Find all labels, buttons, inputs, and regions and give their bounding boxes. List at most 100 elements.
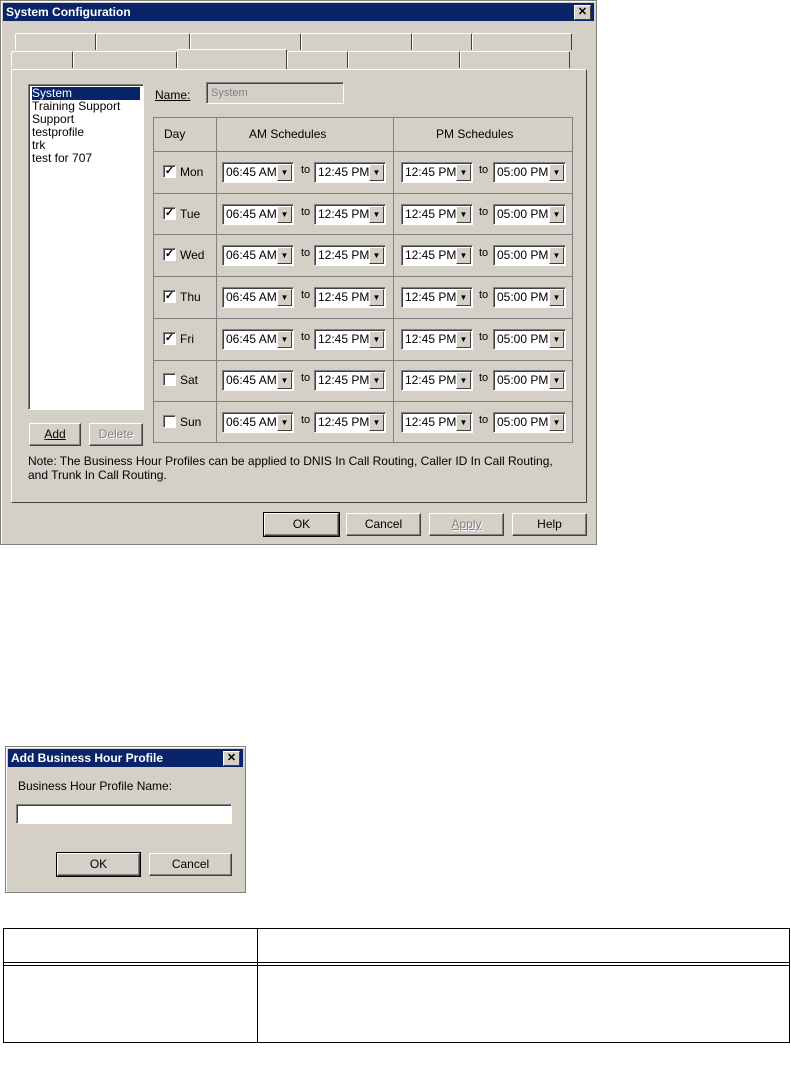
chevron-down-icon[interactable]: ▼: [456, 247, 471, 264]
day-checkbox-fri[interactable]: ✓: [163, 332, 176, 345]
table-header-divider-2: [4, 965, 789, 966]
chevron-down-icon[interactable]: ▼: [549, 372, 564, 389]
am-start-select[interactable]: 06:45 AM ▼: [222, 162, 294, 183]
pm-end-select[interactable]: 05:00 PM ▼: [493, 370, 566, 391]
select-value: 05:00 PM: [497, 207, 549, 221]
am-end-select[interactable]: 12:45 PM ▼: [314, 370, 386, 391]
am-start-select[interactable]: 06:45 AM ▼: [222, 329, 294, 350]
tab-business-hours[interactable]: [177, 49, 287, 69]
note-text: Note: The Business Hour Profiles can be …: [28, 454, 553, 482]
tab-call-restriction[interactable]: [460, 51, 570, 68]
chevron-down-icon[interactable]: ▼: [369, 289, 384, 306]
pm-end-select[interactable]: 05:00 PM ▼: [493, 287, 566, 308]
chevron-down-icon[interactable]: ▼: [277, 414, 292, 431]
chevron-down-icon[interactable]: ▼: [549, 414, 564, 431]
profile-list[interactable]: System Training Support Support testprofile…: [28, 84, 144, 410]
chevron-down-icon[interactable]: ▼: [549, 247, 564, 264]
chevron-down-icon[interactable]: ▼: [369, 247, 384, 264]
chevron-down-icon[interactable]: ▼: [456, 372, 471, 389]
am-start-select[interactable]: 06:45 AM ▼: [222, 245, 294, 266]
chevron-down-icon[interactable]: ▼: [277, 206, 292, 223]
tab-number-plan[interactable]: [73, 51, 177, 68]
am-start-select[interactable]: 06:45 AM ▼: [222, 287, 294, 308]
pm-start-select[interactable]: 12:45 PM ▼: [401, 245, 473, 266]
chevron-down-icon[interactable]: ▼: [456, 206, 471, 223]
dialog-titlebar[interactable]: Add Business Hour Profile ✕: [8, 749, 243, 767]
select-value: 12:45 PM: [405, 248, 457, 262]
dialog-cancel-button[interactable]: Cancel: [149, 853, 232, 876]
am-end-select[interactable]: 12:45 PM ▼: [314, 329, 386, 350]
pm-start-select[interactable]: 12:45 PM ▼: [401, 162, 473, 183]
am-start-select[interactable]: 06:45 AM ▼: [222, 204, 294, 225]
apply-button[interactable]: Apply: [429, 513, 504, 536]
profile-name-field[interactable]: System: [206, 82, 344, 104]
chevron-down-icon[interactable]: ▼: [456, 331, 471, 348]
chevron-down-icon[interactable]: ▼: [277, 331, 292, 348]
day-checkbox-tue[interactable]: ✓: [163, 207, 176, 220]
pm-end-select[interactable]: 05:00 PM ▼: [493, 162, 566, 183]
chevron-down-icon[interactable]: ▼: [369, 414, 384, 431]
am-start-select[interactable]: 06:45 AM ▼: [222, 412, 294, 433]
tab-holiday[interactable]: [287, 51, 348, 68]
am-end-select[interactable]: 12:45 PM ▼: [314, 162, 386, 183]
tab-activity[interactable]: [412, 33, 472, 50]
pm-start-select[interactable]: 12:45 PM ▼: [401, 329, 473, 350]
pm-end-select[interactable]: 05:00 PM ▼: [493, 329, 566, 350]
delete-profile-button[interactable]: Delete: [89, 423, 143, 446]
am-start-select[interactable]: 06:45 AM ▼: [222, 370, 294, 391]
chevron-down-icon[interactable]: ▼: [369, 206, 384, 223]
pm-start-select[interactable]: 12:45 PM ▼: [401, 287, 473, 308]
day-checkbox-mon[interactable]: ✓: [163, 165, 176, 178]
dialog-title: Add Business Hour Profile: [11, 751, 164, 765]
close-icon[interactable]: ✕: [574, 5, 591, 20]
chevron-down-icon[interactable]: ▼: [277, 247, 292, 264]
chevron-down-icon[interactable]: ▼: [549, 206, 564, 223]
chevron-down-icon[interactable]: ▼: [277, 289, 292, 306]
pm-end-select[interactable]: 05:00 PM ▼: [493, 245, 566, 266]
add-profile-dialog: Add Business Hour Profile ✕ Business Hou…: [5, 746, 246, 893]
profile-name-input[interactable]: [16, 804, 232, 824]
am-end-select[interactable]: 12:45 PM ▼: [314, 245, 386, 266]
chevron-down-icon[interactable]: ▼: [456, 289, 471, 306]
chevron-down-icon[interactable]: ▼: [549, 289, 564, 306]
dialog-ok-button[interactable]: OK: [56, 852, 141, 877]
header-pm: PM Schedules: [436, 127, 514, 141]
chevron-down-icon[interactable]: ▼: [456, 414, 471, 431]
row-divider: [153, 276, 573, 277]
pm-end-select[interactable]: 05:00 PM ▼: [493, 412, 566, 433]
chevron-down-icon[interactable]: ▼: [277, 372, 292, 389]
list-item[interactable]: test for 707: [32, 152, 140, 165]
tab-call-reports[interactable]: [96, 33, 190, 50]
tab-feature-profiles[interactable]: [472, 33, 572, 50]
chevron-down-icon[interactable]: ▼: [369, 164, 384, 181]
am-end-select[interactable]: 12:45 PM ▼: [314, 287, 386, 308]
window-titlebar[interactable]: System Configuration ✕: [3, 3, 594, 21]
chevron-down-icon[interactable]: ▼: [369, 331, 384, 348]
tab-account-code[interactable]: [15, 33, 96, 50]
close-icon[interactable]: ✕: [223, 751, 240, 766]
list-item[interactable]: testprofile: [32, 126, 140, 139]
pm-start-select[interactable]: 12:45 PM ▼: [401, 412, 473, 433]
tab-country-relevant[interactable]: [190, 33, 301, 50]
ok-button[interactable]: OK: [263, 512, 340, 537]
pm-start-select[interactable]: 12:45 PM ▼: [401, 204, 473, 225]
cancel-button[interactable]: Cancel: [346, 513, 421, 536]
pm-start-select[interactable]: 12:45 PM ▼: [401, 370, 473, 391]
add-profile-button[interactable]: Add: [29, 423, 81, 446]
help-button[interactable]: Help: [512, 513, 587, 536]
am-end-select[interactable]: 12:45 PM ▼: [314, 204, 386, 225]
chevron-down-icon[interactable]: ▼: [277, 164, 292, 181]
tab-audio-peripheral[interactable]: [301, 33, 412, 50]
chevron-down-icon[interactable]: ▼: [549, 164, 564, 181]
pm-end-select[interactable]: 05:00 PM ▼: [493, 204, 566, 225]
day-checkbox-sun[interactable]: [163, 415, 176, 428]
chevron-down-icon[interactable]: ▼: [456, 164, 471, 181]
tab-system-speed[interactable]: [348, 51, 460, 68]
day-checkbox-thu[interactable]: ✓: [163, 290, 176, 303]
day-checkbox-wed[interactable]: ✓: [163, 248, 176, 261]
tab-general[interactable]: [11, 51, 73, 68]
chevron-down-icon[interactable]: ▼: [369, 372, 384, 389]
day-checkbox-sat[interactable]: [163, 373, 176, 386]
am-end-select[interactable]: 12:45 PM ▼: [314, 412, 386, 433]
chevron-down-icon[interactable]: ▼: [549, 331, 564, 348]
